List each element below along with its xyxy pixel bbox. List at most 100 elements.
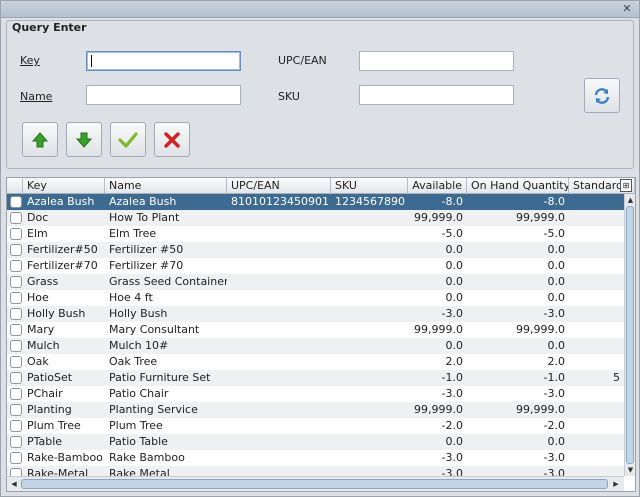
row-select-checkbox[interactable] — [10, 404, 22, 416]
refresh-button[interactable] — [584, 78, 620, 113]
row-select-checkbox[interactable] — [10, 436, 22, 448]
table-row[interactable]: Elm Elm Tree -5.0 -5.0 — [7, 226, 624, 242]
row-select-checkbox[interactable] — [10, 388, 22, 400]
results-table: Key Name UPC/EAN SKU Available On Hand Q… — [6, 177, 636, 492]
cell-available: -3.0 — [441, 451, 463, 464]
horizontal-scroll-thumb[interactable] — [21, 479, 608, 489]
cell-standard — [569, 418, 624, 434]
cell-key: Holly Bush — [27, 307, 86, 320]
name-input[interactable] — [86, 85, 241, 105]
vertical-scrollbar[interactable]: ▲ ▼ — [624, 194, 635, 476]
scroll-right-icon[interactable]: ▶ — [611, 479, 621, 490]
cell-sku — [331, 322, 408, 338]
scroll-up-icon[interactable]: ▲ — [626, 195, 635, 205]
table-row[interactable]: PatioSet Patio Furniture Set -1.0 -1.0 5 — [7, 370, 624, 386]
table-row[interactable]: PChair Patio Chair -3.0 -3.0 — [7, 386, 624, 402]
row-select-checkbox[interactable] — [10, 244, 22, 256]
column-header-sku[interactable]: SKU — [331, 178, 408, 194]
column-header-key[interactable]: Key — [23, 178, 105, 194]
column-header-available[interactable]: Available — [408, 178, 467, 194]
cancel-x-icon — [164, 131, 180, 148]
vertical-scroll-thumb[interactable] — [626, 206, 634, 464]
scroll-down-icon[interactable]: ▼ — [626, 465, 635, 475]
column-header-name[interactable]: Name — [105, 178, 227, 194]
cell-onhand: 0.0 — [547, 435, 566, 448]
row-select-checkbox[interactable] — [10, 420, 22, 432]
table-row[interactable]: Azalea Bush Azalea Bush 81010123450901 1234… — [7, 194, 624, 210]
column-header-upc[interactable]: UPC/EAN — [227, 178, 331, 194]
cell-sku — [331, 402, 408, 418]
table-row[interactable]: Fertilizer#70 Fertilizer #70 0.0 0.0 — [7, 258, 624, 274]
cell-upc — [227, 306, 331, 322]
cell-upc — [227, 338, 331, 354]
move-down-button[interactable] — [66, 122, 102, 157]
sku-input[interactable] — [359, 85, 514, 105]
row-select-checkbox[interactable] — [10, 212, 22, 224]
table-row[interactable]: Grass Grass Seed Container 0.0 0.0 — [7, 274, 624, 290]
table-row[interactable]: Doc How To Plant 99,999.0 99,999.0 — [7, 210, 624, 226]
cell-key: Azalea Bush — [27, 195, 95, 208]
cell-available: 99,999.0 — [414, 403, 463, 416]
row-select-checkbox[interactable] — [10, 196, 22, 208]
ok-button[interactable] — [110, 122, 146, 157]
cell-onhand: -3.0 — [543, 451, 565, 464]
cell-key: Elm — [27, 227, 48, 240]
cell-name: How To Plant — [109, 211, 180, 224]
cell-available: -3.0 — [441, 467, 463, 476]
table-row[interactable]: Planting Planting Service 99,999.0 99,999.0 — [7, 402, 624, 418]
down-arrow-icon — [75, 132, 93, 148]
row-select-checkbox[interactable] — [10, 292, 22, 304]
cell-onhand: -3.0 — [543, 307, 565, 320]
cell-sku — [331, 450, 408, 466]
cell-onhand: 99,999.0 — [516, 323, 565, 336]
cell-name: Rake Metal — [109, 467, 170, 476]
cell-key: PatioSet — [27, 371, 73, 384]
cell-sku — [331, 210, 408, 226]
column-header-onhand[interactable]: On Hand Quantity — [467, 178, 569, 194]
table-row[interactable]: Rake-Metal Rake Metal -3.0 -3.0 — [7, 466, 624, 476]
cell-sku — [331, 306, 408, 322]
row-select-checkbox[interactable] — [10, 468, 22, 476]
table-row[interactable]: PTable Patio Table 0.0 0.0 — [7, 434, 624, 450]
cancel-button[interactable] — [154, 122, 190, 157]
table-row[interactable]: Plum Tree Plum Tree -2.0 -2.0 — [7, 418, 624, 434]
close-icon[interactable]: ✕ — [621, 3, 633, 15]
title-bar[interactable]: ✕ — [1, 1, 639, 18]
scroll-left-icon[interactable]: ◀ — [9, 479, 19, 490]
table-row[interactable]: Rake-Bamboo Rake Bamboo -3.0 -3.0 — [7, 450, 624, 466]
cell-standard — [569, 434, 624, 450]
move-up-button[interactable] — [22, 122, 58, 157]
row-select-checkbox[interactable] — [10, 228, 22, 240]
sku-label: SKU — [278, 90, 300, 103]
table-row[interactable]: Fertilizer#50 Fertilizer #50 0.0 0.0 — [7, 242, 624, 258]
row-select-checkbox[interactable] — [10, 356, 22, 368]
row-select-checkbox[interactable] — [10, 308, 22, 320]
row-select-checkbox[interactable] — [10, 340, 22, 352]
cell-name: Mulch 10# — [109, 339, 169, 352]
cell-key: Doc — [27, 211, 49, 224]
row-select-checkbox[interactable] — [10, 452, 22, 464]
cell-key: PChair — [27, 387, 63, 400]
key-input[interactable] — [86, 51, 241, 71]
column-selector-icon[interactable]: ⊞ — [620, 179, 632, 192]
select-column-header[interactable] — [7, 178, 23, 194]
table-row[interactable]: Holly Bush Holly Bush -3.0 -3.0 — [7, 306, 624, 322]
row-select-checkbox[interactable] — [10, 276, 22, 288]
upc-input[interactable] — [359, 51, 514, 71]
row-select-checkbox[interactable] — [10, 324, 22, 336]
cell-key: Oak — [27, 355, 49, 368]
table-row[interactable]: Hoe Hoe 4 ft 0.0 0.0 — [7, 290, 624, 306]
cell-standard — [569, 354, 624, 370]
cell-name: Fertilizer #50 — [109, 243, 184, 256]
cell-sku — [331, 290, 408, 306]
cell-available: -1.0 — [441, 371, 463, 384]
cell-standard — [569, 306, 624, 322]
cell-standard — [569, 466, 624, 476]
table-row[interactable]: Oak Oak Tree 2.0 2.0 — [7, 354, 624, 370]
cell-standard: 5 — [613, 371, 620, 384]
table-row[interactable]: Mary Mary Consultant 99,999.0 99,999.0 — [7, 322, 624, 338]
horizontal-scrollbar[interactable]: ◀ ▶ — [7, 476, 624, 491]
row-select-checkbox[interactable] — [10, 372, 22, 384]
table-row[interactable]: Mulch Mulch 10# 0.0 0.0 — [7, 338, 624, 354]
row-select-checkbox[interactable] — [10, 260, 22, 272]
